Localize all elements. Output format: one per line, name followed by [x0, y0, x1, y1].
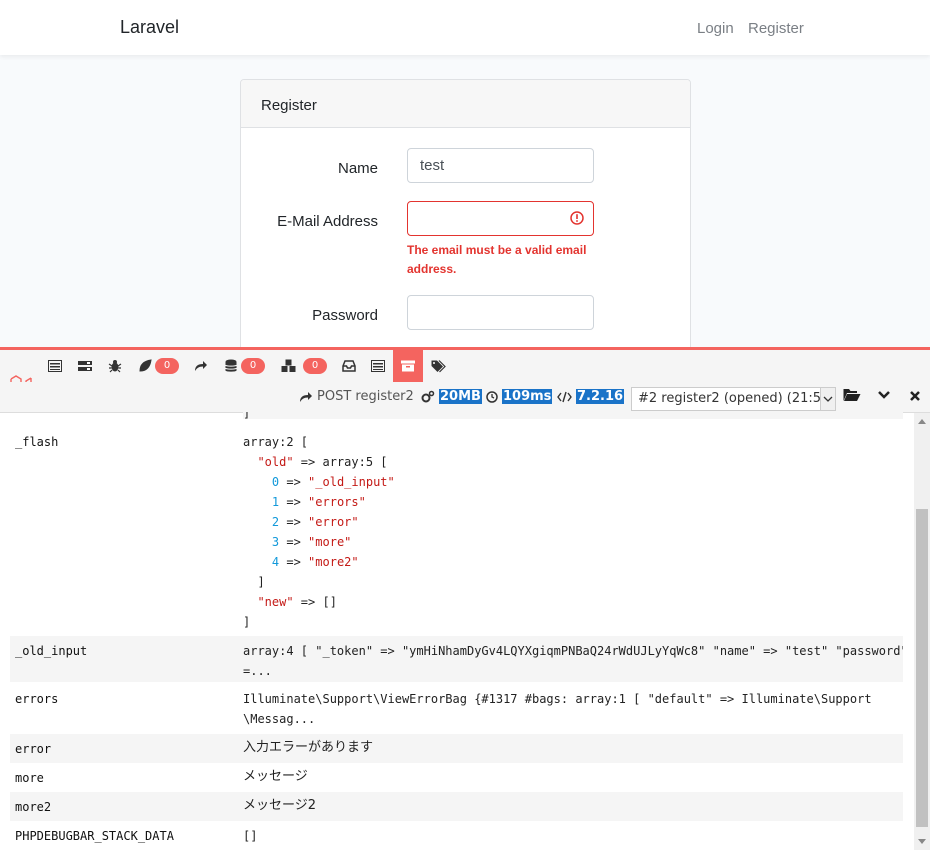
- table-value: メッセージ: [243, 769, 308, 784]
- table-row: more メッセージ: [10, 763, 903, 792]
- close-icon: [910, 391, 920, 401]
- route-tab[interactable]: [186, 350, 216, 382]
- debugbar-tabs: 0 0 0: [0, 350, 930, 393]
- card-title: Register: [261, 97, 317, 114]
- bug-icon: [108, 360, 122, 373]
- table-row: _old_input array:4 [ "_token" => "ymHiNh…: [10, 636, 903, 682]
- tags-icon: [431, 359, 446, 372]
- table-row: PHPDEBUGBAR_STACK_DATA []: [10, 821, 903, 853]
- table-key: PHPDEBUGBAR_STACK_DATA: [15, 829, 174, 843]
- tags-tab[interactable]: [423, 350, 453, 382]
- database-icon: [225, 359, 237, 372]
- card-header: Register: [241, 80, 690, 128]
- queries-count-badge: 0: [241, 358, 265, 374]
- table-row: _flash array:2 [ "old" => array:5 [ 0 =>…: [10, 428, 903, 636]
- scroll-thumb[interactable]: [916, 509, 928, 827]
- php-version: 7.2.16: [576, 389, 625, 404]
- table-value: メッセージ2: [243, 798, 317, 813]
- email-label: E-Mail Address: [277, 213, 378, 230]
- name-label: Name: [337, 160, 378, 177]
- table-key: _flash: [15, 435, 59, 449]
- name-field[interactable]: test: [407, 148, 594, 183]
- register-card: Register Name test E-Mail Address The em…: [240, 79, 691, 381]
- timeline-tab[interactable]: [70, 350, 100, 382]
- request-tab[interactable]: [363, 350, 393, 382]
- views-count-badge: 0: [155, 358, 179, 374]
- inbox-icon: [342, 360, 356, 372]
- table-row: ]: [10, 412, 903, 428]
- login-link[interactable]: Login: [697, 20, 734, 37]
- list-icon: [48, 360, 62, 372]
- request-label: POST register2: [317, 389, 414, 404]
- cubes-icon: [281, 359, 296, 372]
- models-tab[interactable]: [274, 350, 304, 382]
- register-link[interactable]: Register: [748, 20, 804, 37]
- session-data-table: ] _flash array:2 [ "old" => array:5 [ 0 …: [10, 412, 903, 853]
- leaf-icon: [139, 359, 152, 372]
- email-field[interactable]: [407, 201, 594, 236]
- code-icon: [557, 391, 572, 402]
- open-folder-button[interactable]: [843, 388, 861, 406]
- chevron-down-icon: [820, 388, 835, 410]
- debugbar: 0 0 0 POST register2 20MB 109ms 7.2.16 #…: [0, 347, 930, 853]
- table-row: error 入力エラーがあります: [10, 734, 903, 763]
- table-key: _old_input: [15, 644, 88, 658]
- request-indicator[interactable]: POST register2: [299, 389, 414, 404]
- archive-icon: [401, 360, 415, 372]
- messages-tab[interactable]: [40, 350, 70, 382]
- top-navbar: Laravel Login Register: [0, 0, 930, 55]
- minimize-button[interactable]: [877, 388, 891, 406]
- dataset-select-value: #2 register2 (opened) (21:57: [638, 391, 830, 406]
- scroll-down-arrow-icon[interactable]: [918, 839, 926, 844]
- table-value: ]: [243, 412, 903, 420]
- scroll-up-arrow-icon[interactable]: [918, 419, 926, 424]
- share-icon: [300, 391, 312, 402]
- clock-icon: [486, 390, 498, 403]
- table-value: 入力エラーがあります: [243, 740, 374, 755]
- table-value: Illuminate\Support\ViewErrorBag {#1317 #…: [243, 692, 872, 726]
- dataset-select[interactable]: #2 register2 (opened) (21:57: [631, 387, 836, 411]
- table-key: more: [15, 771, 44, 785]
- time-indicator[interactable]: 109ms: [486, 389, 553, 404]
- debugbar-scrollbar[interactable]: [914, 413, 930, 850]
- table-value: []: [243, 829, 258, 843]
- php-version-indicator[interactable]: 7.2.16: [557, 389, 625, 404]
- tasks-icon: [78, 361, 92, 371]
- table-key: error: [15, 742, 52, 756]
- password-field[interactable]: [407, 295, 594, 330]
- exceptions-tab[interactable]: [100, 350, 130, 382]
- models-count-badge: 0: [303, 358, 327, 374]
- table-row: errors Illuminate\Support\ViewErrorBag {…: [10, 682, 903, 734]
- table-value: array:4 [ "_token" => "ymHiNhamDyGv4LQYX…: [243, 644, 903, 678]
- table-key: more2: [15, 800, 52, 814]
- share-icon: [195, 361, 207, 371]
- list-alt-icon: [371, 360, 385, 372]
- folder-open-icon: [843, 389, 861, 401]
- request-duration: 109ms: [502, 389, 553, 404]
- brand-link[interactable]: Laravel: [120, 17, 179, 38]
- error-icon: [570, 211, 584, 225]
- cogs-icon: [421, 390, 435, 402]
- email-error-message: The email must be a valid email address.: [407, 243, 587, 276]
- session-tab[interactable]: [393, 350, 423, 382]
- mails-tab[interactable]: [334, 350, 364, 382]
- table-value: array:2 [ "old" => array:5 [ 0 => "_old_…: [243, 435, 395, 629]
- table-key: errors: [15, 692, 59, 706]
- memory-usage: 20MB: [439, 389, 482, 404]
- password-label: Password: [312, 307, 378, 324]
- close-button[interactable]: [909, 388, 921, 406]
- chevron-down-icon: [878, 391, 890, 399]
- memory-indicator[interactable]: 20MB: [421, 389, 482, 404]
- table-row: more2 メッセージ2: [10, 792, 903, 821]
